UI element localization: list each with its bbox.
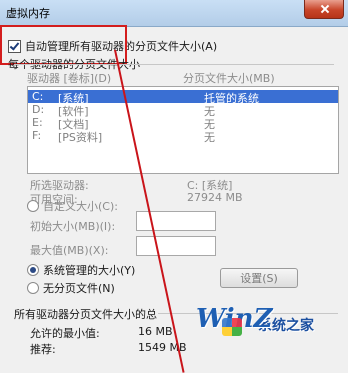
windows-flag-icon bbox=[222, 317, 242, 336]
system-managed-label: 系统管理的大小(Y) bbox=[43, 264, 136, 277]
drive-letter: E: bbox=[32, 116, 43, 129]
drive-letter: C: bbox=[32, 90, 44, 103]
watermark: WinZ 系统之家 bbox=[196, 290, 348, 349]
available-space-value: 27924 MB bbox=[187, 191, 243, 204]
group-divider bbox=[14, 64, 334, 65]
title-bar: 虚拟内存 bbox=[0, 0, 348, 27]
max-size-input[interactable] bbox=[136, 236, 216, 256]
drive-row-d[interactable]: D: [软件] 无 bbox=[28, 103, 338, 118]
drive-label: [PS资料] bbox=[58, 131, 103, 144]
custom-size-radio[interactable] bbox=[27, 200, 39, 212]
size-column-header: 分页文件大小(MB) bbox=[183, 72, 275, 85]
drive-list[interactable]: C: [系统] 托管的系统 D: [软件] 无 E: [文档] 无 F: [PS… bbox=[27, 86, 339, 174]
window-title: 虚拟内存 bbox=[6, 7, 50, 20]
max-size-label: 最大值(MB)(X): bbox=[30, 244, 109, 257]
watermark-logo: WinZ bbox=[196, 298, 273, 342]
drive-letter: D: bbox=[32, 103, 45, 116]
no-paging-radio[interactable] bbox=[27, 282, 39, 294]
drive-row-e[interactable]: E: [文档] 无 bbox=[28, 116, 338, 131]
no-paging-label: 无分页文件(N) bbox=[43, 282, 115, 295]
drive-row-c[interactable]: C: [系统] 托管的系统 bbox=[28, 90, 338, 105]
drive-letter: F: bbox=[32, 129, 42, 142]
min-allowed-value: 16 MB bbox=[138, 325, 173, 338]
close-button[interactable] bbox=[304, 0, 344, 19]
drive-row-f[interactable]: F: [PS资料] 无 bbox=[28, 129, 338, 144]
total-group-label: 所有驱动器分页文件大小的总 bbox=[14, 308, 157, 321]
initial-size-label: 初始大小(MB)(I): bbox=[30, 220, 116, 233]
system-managed-radio[interactable] bbox=[27, 264, 39, 276]
recommended-label: 推荐: bbox=[30, 343, 56, 356]
drive-column-header: 驱动器 [卷标](D) bbox=[27, 72, 112, 85]
system-managed-option[interactable]: 系统管理的大小(Y) bbox=[27, 262, 135, 278]
set-button[interactable]: 设置(S) bbox=[220, 268, 298, 288]
drive-size: 无 bbox=[204, 131, 215, 144]
custom-size-option[interactable]: 自定义大小(C): bbox=[27, 198, 118, 214]
no-paging-option[interactable]: 无分页文件(N) bbox=[27, 280, 115, 296]
min-allowed-label: 允许的最小值: bbox=[30, 327, 100, 340]
custom-size-label: 自定义大小(C): bbox=[43, 200, 118, 213]
